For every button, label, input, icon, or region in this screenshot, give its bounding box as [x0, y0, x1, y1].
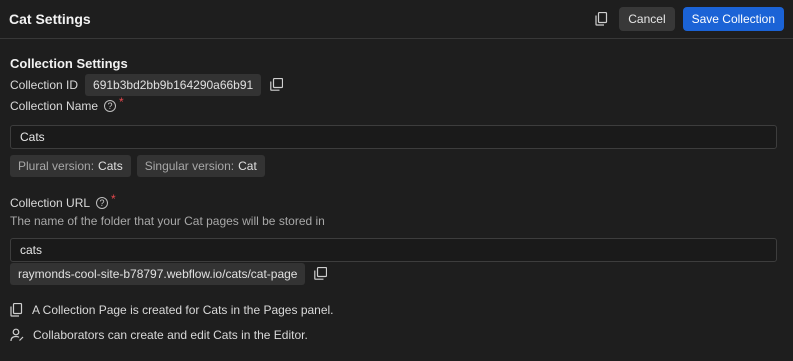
cancel-button[interactable]: Cancel	[619, 7, 675, 31]
collection-id-value: 691b3bd2bb9b164290a66b91	[85, 74, 262, 96]
pages-note: A Collection Page is created for Cats in…	[32, 303, 334, 317]
section-title: Collection Settings	[10, 56, 128, 71]
duplicate-button[interactable]	[590, 8, 612, 30]
collection-name-row: Collection Name ? *	[10, 95, 124, 113]
required-indicator: *	[111, 192, 116, 206]
copy-icon	[314, 267, 328, 280]
singular-version-value: Cat	[238, 159, 257, 173]
plural-version-value: Cats	[98, 159, 123, 173]
full-url-row: raymonds-cool-site-b78797.webflow.io/cat…	[10, 263, 328, 285]
header-bar: Cat Settings Cancel Save Collection	[0, 0, 793, 39]
editor-note-row: Collaborators can create and edit Cats i…	[10, 328, 308, 342]
collection-url-row: Collection URL ? *	[10, 192, 116, 210]
copy-url-button[interactable]	[314, 267, 328, 281]
singular-version-label: Singular version:	[144, 159, 235, 173]
collection-url-description-row: The name of the folder that your Cat pag…	[10, 214, 325, 228]
collection-url-description: The name of the folder that your Cat pag…	[10, 214, 325, 228]
copy-id-button[interactable]	[270, 78, 284, 92]
help-icon[interactable]: ?	[96, 197, 109, 209]
collection-url-input[interactable]: cats	[10, 238, 777, 262]
duplicate-icon	[595, 12, 607, 26]
required-indicator: *	[119, 95, 124, 109]
save-collection-button[interactable]: Save Collection	[682, 7, 784, 31]
copy-icon	[270, 78, 284, 91]
singular-version-chip: Singular version: Cat	[136, 155, 265, 177]
collection-id-label: Collection ID	[10, 78, 79, 92]
collection-name-input[interactable]: Cats	[10, 125, 777, 149]
collection-id-row: Collection ID 691b3bd2bb9b164290a66b91	[10, 74, 284, 96]
full-url-value: raymonds-cool-site-b78797.webflow.io/cat…	[10, 263, 306, 285]
collaborators-icon	[10, 328, 24, 342]
collection-name-label: Collection Name	[10, 99, 99, 113]
pages-note-row: A Collection Page is created for Cats in…	[10, 303, 334, 317]
plural-version-chip: Plural version: Cats	[10, 155, 131, 177]
help-icon[interactable]: ?	[104, 100, 117, 112]
pages-icon	[10, 303, 23, 317]
editor-note: Collaborators can create and edit Cats i…	[33, 328, 308, 342]
name-variants-row: Plural version: Cats Singular version: C…	[10, 155, 265, 177]
page-title: Cat Settings	[9, 11, 91, 27]
collection-url-label: Collection URL	[10, 196, 91, 210]
plural-version-label: Plural version:	[18, 159, 95, 173]
